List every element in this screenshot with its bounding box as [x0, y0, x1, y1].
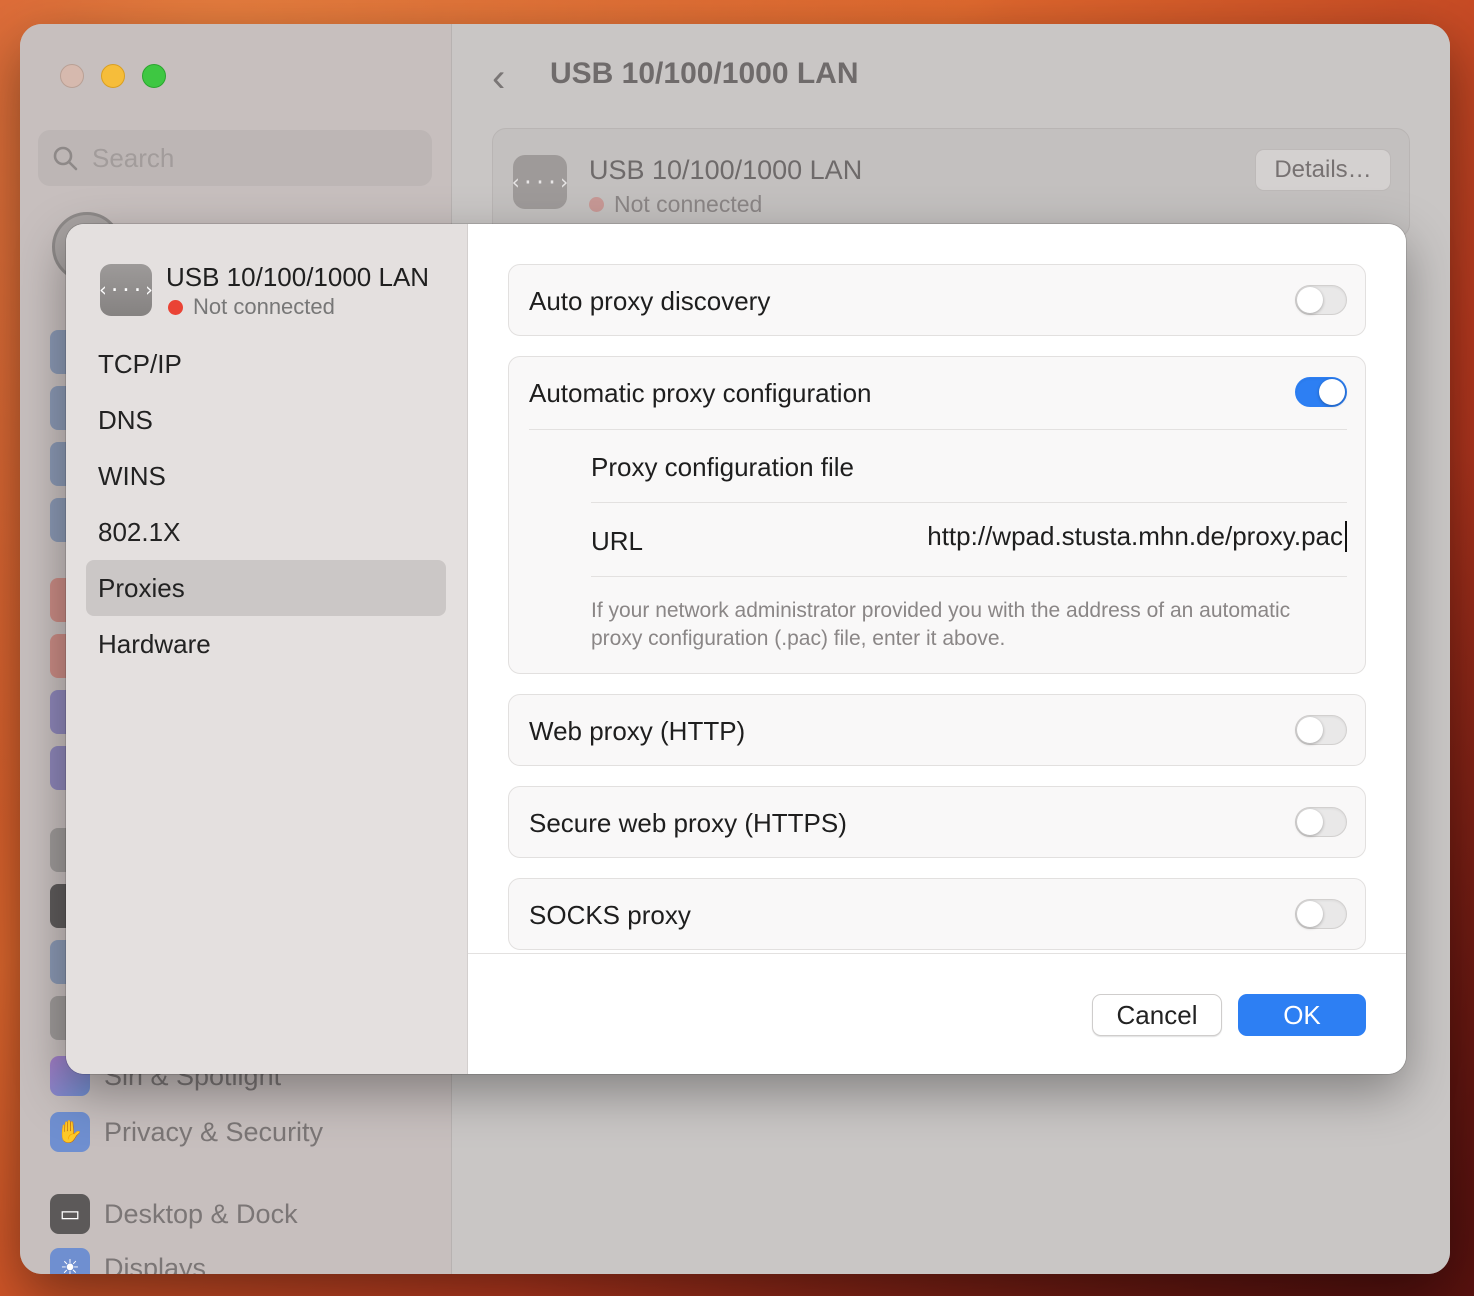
auto-proxy-discovery-row: Auto proxy discovery: [508, 264, 1366, 336]
nav-item-8021x[interactable]: 802.1X: [86, 504, 446, 560]
secure-web-proxy-label: Secure web proxy (HTTPS): [529, 808, 847, 838]
cancel-button[interactable]: Cancel: [1092, 994, 1222, 1036]
status-dot: [589, 197, 604, 212]
network-interface-card: ‹···› USB 10/100/1000 LAN Not connected …: [492, 128, 1410, 238]
status-text: Not connected: [193, 294, 335, 319]
ok-button[interactable]: OK: [1238, 994, 1366, 1036]
page-title: USB 10/100/1000 LAN: [550, 57, 859, 90]
secure-web-proxy-row: Secure web proxy (HTTPS): [508, 786, 1366, 858]
url-input[interactable]: http://wpad.stusta.mhn.de/proxy.pac: [927, 521, 1347, 552]
status-text: Not connected: [614, 191, 763, 217]
zoom-window-button[interactable]: [142, 64, 166, 88]
dialog-nav: TCP/IP DNS WINS 802.1X Proxies Hardware: [86, 336, 446, 672]
web-proxy-row: Web proxy (HTTP): [508, 694, 1366, 766]
ethernet-icon: ‹···›: [97, 264, 155, 316]
search-field[interactable]: Search: [38, 130, 432, 186]
sidebar-item-desktop-dock[interactable]: ▭ Desktop & Dock: [50, 1192, 298, 1236]
sidebar-item-label: Displays: [104, 1252, 207, 1275]
sidebar-item-label: Desktop & Dock: [104, 1198, 298, 1229]
sidebar-item-privacy[interactable]: ✋ Privacy & Security: [50, 1110, 323, 1154]
proxies-settings: Auto proxy discovery Automatic proxy con…: [468, 224, 1406, 954]
socks-proxy-toggle[interactable]: [1295, 899, 1347, 929]
nav-item-wins[interactable]: WINS: [86, 448, 446, 504]
interface-name: USB 10/100/1000 LAN: [589, 155, 863, 185]
dialog-footer: Cancel OK: [468, 953, 1406, 1074]
divider: [529, 429, 1347, 430]
proxy-config-file-label: Proxy configuration file: [591, 452, 855, 482]
dialog-interface-status: Not connected: [168, 294, 335, 320]
nav-item-dns[interactable]: DNS: [86, 392, 446, 448]
status-dot: [168, 299, 183, 315]
automatic-proxy-config-toggle[interactable]: [1295, 377, 1347, 407]
ethernet-icon: ‹···›: [510, 155, 570, 209]
nav-item-hardware[interactable]: Hardware: [86, 616, 446, 672]
nav-item-proxies[interactable]: Proxies: [86, 560, 446, 616]
back-chevron-icon[interactable]: ‹: [492, 56, 505, 101]
dialog-interface-name: USB 10/100/1000 LAN: [166, 262, 430, 292]
sidebar-item-displays[interactable]: ☀ Displays: [50, 1246, 206, 1274]
socks-proxy-label: SOCKS proxy: [529, 900, 691, 930]
socks-proxy-row: SOCKS proxy: [508, 878, 1366, 950]
proxies-dialog: ‹···› USB 10/100/1000 LAN Not connected …: [66, 224, 1406, 1074]
nav-item-tcpip[interactable]: TCP/IP: [86, 336, 446, 392]
search-icon: [53, 146, 78, 171]
divider: [591, 576, 1347, 577]
sun-icon: ☀: [50, 1248, 90, 1274]
window-controls: [60, 64, 166, 88]
minimize-window-button[interactable]: [101, 64, 125, 88]
help-text: If your network administrator provided y…: [591, 599, 1291, 650]
dock-icon: ▭: [50, 1194, 90, 1234]
hand-icon: ✋: [50, 1112, 90, 1152]
url-label: URL: [591, 526, 644, 556]
divider: [591, 502, 1347, 503]
web-proxy-toggle[interactable]: [1295, 715, 1347, 745]
secure-web-proxy-toggle[interactable]: [1295, 807, 1347, 837]
web-proxy-label: Web proxy (HTTP): [529, 716, 746, 746]
interface-status: Not connected: [589, 191, 762, 218]
sidebar-item-label: Privacy & Security: [104, 1116, 324, 1147]
search-placeholder: Search: [92, 142, 175, 173]
auto-proxy-discovery-label: Auto proxy discovery: [529, 286, 771, 316]
automatic-proxy-config-label: Automatic proxy configuration: [529, 378, 872, 408]
details-button[interactable]: Details…: [1255, 149, 1391, 191]
auto-proxy-discovery-toggle[interactable]: [1295, 285, 1347, 315]
dialog-sidebar: ‹···› USB 10/100/1000 LAN Not connected …: [66, 224, 468, 1074]
close-window-button[interactable]: [60, 64, 84, 88]
automatic-proxy-config-group: Automatic proxy configuration Proxy conf…: [508, 356, 1366, 674]
